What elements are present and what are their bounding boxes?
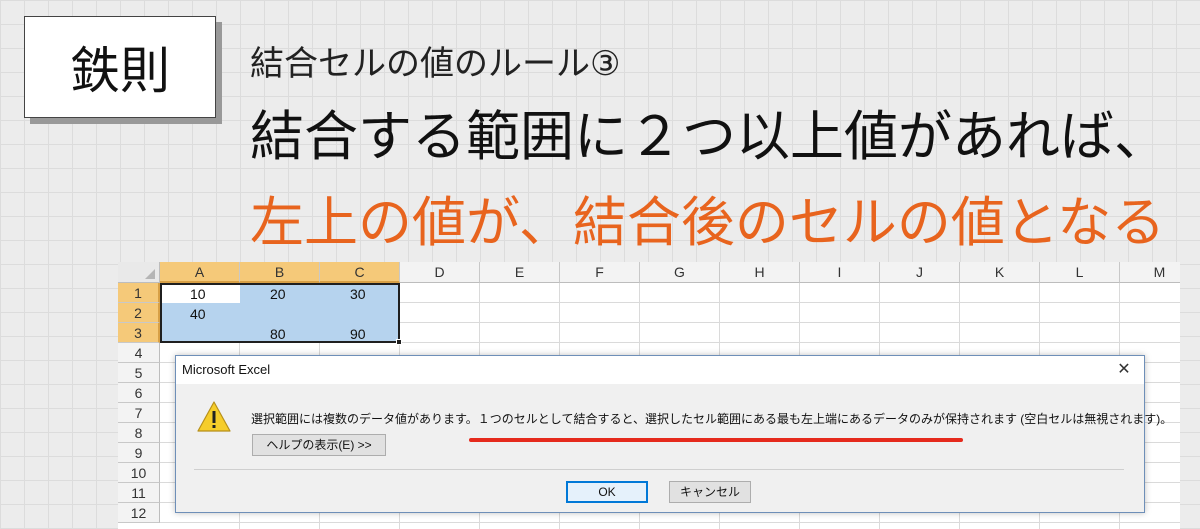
cancel-button[interactable]: キャンセル <box>669 481 751 503</box>
fill-handle[interactable] <box>396 339 402 345</box>
column-header-b[interactable]: B <box>240 262 320 283</box>
warning-icon <box>196 400 232 439</box>
dialog-message: 選択範囲には複数のデータ値があります。１つのセルとして結合すると、選択したセル範… <box>251 412 1173 426</box>
slide-headline-highlight: 左上の値が、結合後のセルの値となる <box>250 191 1166 254</box>
ok-button[interactable]: OK <box>566 481 648 503</box>
slide-subtitle: 結合セルの値のルール③ <box>250 44 621 84</box>
select-all-icon <box>145 269 155 279</box>
cell-c3[interactable]: 90 <box>350 324 366 344</box>
row-header-9[interactable]: 9 <box>118 443 160 463</box>
emphasis-underline <box>469 438 963 442</box>
dialog-separator <box>194 469 1124 470</box>
column-header-a[interactable]: A <box>160 262 240 283</box>
column-header-e[interactable]: E <box>480 262 560 283</box>
select-all-button[interactable] <box>118 262 160 283</box>
row-header-11[interactable]: 11 <box>118 483 160 503</box>
column-header-f[interactable]: F <box>560 262 640 283</box>
cell-b1[interactable]: 20 <box>270 284 286 304</box>
dialog-title-bar[interactable]: Microsoft Excel ✕ <box>176 356 1144 384</box>
row-header-7[interactable]: 7 <box>118 403 160 423</box>
row-header-5[interactable]: 5 <box>118 363 160 383</box>
rule-tag: 鉄則 <box>24 16 216 118</box>
column-header-k[interactable]: K <box>960 262 1040 283</box>
column-header-i[interactable]: I <box>800 262 880 283</box>
cell-a1[interactable]: 10 <box>190 284 206 304</box>
row-header-4[interactable]: 4 <box>118 343 160 363</box>
row-header-12[interactable]: 12 <box>118 503 160 523</box>
close-icon[interactable]: ✕ <box>1110 358 1138 382</box>
slide-headline: 結合する範囲に２つ以上値があれば、 <box>250 105 1168 168</box>
column-header-c[interactable]: C <box>320 262 400 283</box>
row-header-2[interactable]: 2 <box>118 303 160 323</box>
column-header-l[interactable]: L <box>1040 262 1120 283</box>
row-header-3[interactable]: 3 <box>118 323 160 343</box>
row-header-8[interactable]: 8 <box>118 423 160 443</box>
column-header-m[interactable]: M <box>1120 262 1180 283</box>
column-header-h[interactable]: H <box>720 262 800 283</box>
help-button[interactable]: ヘルプの表示(E) >> <box>252 434 386 456</box>
row-header-6[interactable]: 6 <box>118 383 160 403</box>
merge-warning-dialog: Microsoft Excel ✕ 選択範囲には複数のデータ値があります。１つの… <box>175 355 1172 513</box>
cell-c1[interactable]: 30 <box>350 284 366 304</box>
cell-b3[interactable]: 80 <box>270 324 286 344</box>
cell-a2[interactable]: 40 <box>190 304 206 324</box>
row-header-10[interactable]: 10 <box>118 463 160 483</box>
column-header-j[interactable]: J <box>880 262 960 283</box>
dialog-title: Microsoft Excel <box>182 362 271 377</box>
column-header-g[interactable]: G <box>640 262 720 283</box>
row-header-1[interactable]: 1 <box>118 283 160 303</box>
column-header-d[interactable]: D <box>400 262 480 283</box>
